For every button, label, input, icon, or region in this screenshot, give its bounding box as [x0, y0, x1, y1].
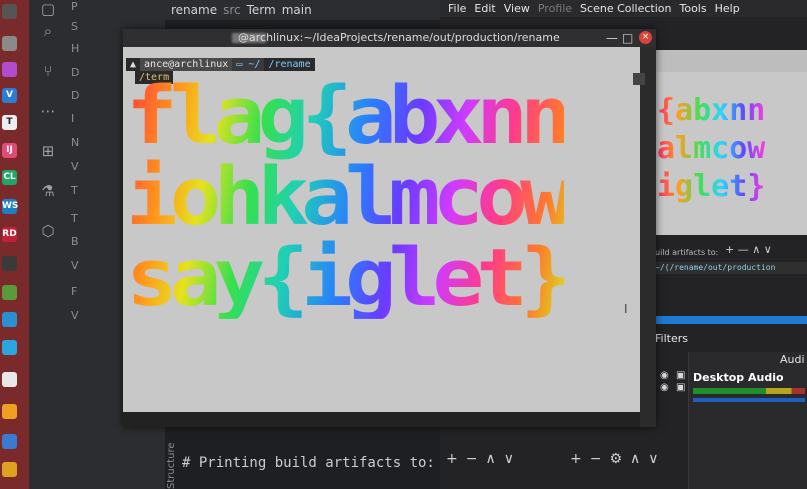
menu-edit[interactable]: Edit	[474, 2, 495, 15]
menu-profile[interactable]: Profile	[538, 2, 572, 15]
telegram-icon[interactable]	[2, 340, 17, 355]
obs-preview-text: {abxnn almcow iglet}	[657, 93, 766, 204]
up-icon[interactable]: ∧	[485, 451, 495, 467]
archive-icon[interactable]	[2, 462, 17, 477]
add-icon[interactable]: +	[570, 451, 582, 467]
webstorm-icon[interactable]: WS	[2, 199, 18, 214]
desktop-audio-label: Desktop Audio	[693, 371, 784, 384]
tree-item[interactable]: T	[71, 184, 78, 197]
tree-item[interactable]: S	[71, 20, 78, 33]
audio-mixer-title: Audi	[780, 353, 805, 366]
tree-item[interactable]: P	[71, 0, 78, 13]
dolphin-icon[interactable]	[2, 312, 17, 327]
settings-icon[interactable]	[2, 36, 17, 51]
tree-item[interactable]: V	[71, 160, 79, 173]
shell-prompt: ▲ ance@archlinux ▭ ~//rename	[126, 58, 315, 71]
vscode-icon[interactable]: V	[2, 88, 17, 103]
firefox-icon[interactable]	[2, 62, 17, 77]
breadcrumb: rename src Term main	[165, 0, 450, 20]
terminal-scrollbar[interactable]	[640, 47, 656, 427]
tree-item[interactable]: D	[71, 89, 79, 102]
scroll-thumb[interactable]	[633, 73, 645, 85]
prompt-path-last: /rename	[264, 58, 315, 71]
intellij-icon[interactable]: IJ	[2, 143, 17, 158]
lolcat-figlet-output: flag{abxnn iohkalmcow say{iglet}	[126, 76, 564, 319]
minimize-icon[interactable]: —	[606, 31, 618, 45]
prompt-user: ance@archlinux	[140, 58, 233, 71]
plugins-icon[interactable]: ⋯	[39, 102, 57, 120]
add-icon[interactable]: +	[446, 451, 458, 467]
typora-icon[interactable]: T	[2, 115, 17, 130]
breadcrumb-item[interactable]: main	[282, 3, 312, 17]
folder-icon[interactable]: ▢	[39, 0, 57, 18]
clion-icon[interactable]: CL	[2, 170, 17, 185]
menu-tools[interactable]: Tools	[680, 2, 707, 15]
tree-item[interactable]: V	[71, 309, 79, 322]
prompt-path-home: ▭ ~/	[232, 58, 265, 71]
tree-item[interactable]: I	[71, 112, 74, 125]
figlet-line: say{iglet}	[126, 232, 564, 325]
volume-slider[interactable]	[693, 398, 805, 402]
ide-tool-strip: ▢ ⌕ ⑂ ⋯ ⊞ ⚗ ⬡	[29, 0, 66, 489]
editor-icon[interactable]	[2, 434, 17, 449]
git-icon[interactable]: ⑂	[39, 62, 57, 80]
source-controls: + − ⚙ ∧ ∨	[570, 451, 667, 467]
prompt-arch-icon: ▲	[126, 58, 141, 71]
tool-icon[interactable]	[2, 256, 17, 271]
lock-icon[interactable]: ▣	[676, 382, 685, 393]
remove-icon[interactable]: −	[590, 451, 602, 467]
down-icon[interactable]: ∨	[504, 451, 514, 467]
obs-menubar: File Edit View Profile Scene Collection Tools…	[440, 0, 807, 17]
menu-file[interactable]: File	[448, 2, 466, 15]
tree-item[interactable]: V	[71, 259, 79, 272]
code-line: # Printing build artifacts to:	[182, 455, 435, 471]
tree-item[interactable]: F	[71, 285, 77, 298]
menu-view[interactable]: View	[504, 2, 530, 15]
figlet-line: flag{abxnn	[126, 70, 564, 163]
terminal-footer	[123, 412, 640, 427]
menu-scene-collection[interactable]: Scene Collection	[580, 2, 671, 15]
calendar-icon[interactable]	[2, 372, 17, 387]
obs-preview-termbar: ~/(/rename/out/production	[655, 262, 807, 274]
package-icon[interactable]	[2, 404, 17, 419]
folder-icon: ▭	[236, 59, 243, 70]
figlet-line: iohkalmcow	[126, 151, 564, 244]
menu-help[interactable]: Help	[715, 2, 740, 15]
eye-icon[interactable]: ◉	[660, 370, 669, 381]
breadcrumb-item[interactable]: src	[223, 3, 241, 17]
remove-icon[interactable]: −	[466, 451, 478, 467]
up-icon[interactable]: ∧	[630, 451, 640, 467]
breadcrumb-item[interactable]: Term	[247, 3, 276, 17]
scene-controls: + − ∧ ∨	[446, 451, 522, 467]
tree-item[interactable]: D	[71, 66, 79, 79]
obs-preview-bar	[655, 316, 807, 324]
eye-icon[interactable]: ◉	[660, 382, 669, 393]
breadcrumb-item[interactable]: rename	[171, 3, 217, 17]
hexagon-icon[interactable]: ⬡	[39, 222, 57, 240]
audio-meter	[693, 388, 805, 394]
terminal-title: @archlinux:~/IdeaProjects/rename/out/pro…	[238, 31, 560, 44]
lock-icon[interactable]: ▣	[676, 370, 685, 381]
close-icon[interactable]: ×	[639, 31, 652, 44]
filters-button[interactable]: Filters	[655, 330, 695, 348]
minecraft-icon[interactable]	[2, 285, 17, 300]
text-cursor-icon: I	[624, 302, 628, 316]
maximize-icon[interactable]: □	[622, 31, 633, 45]
obs-preview-header	[655, 50, 807, 72]
app-icon[interactable]	[2, 4, 17, 19]
gear-icon[interactable]: ⚙	[609, 451, 622, 467]
tree-item[interactable]: B	[71, 235, 79, 248]
obs-preview-controls: + — ∧ ∨	[725, 243, 772, 256]
tree-item[interactable]: T	[71, 212, 78, 225]
search-icon[interactable]: ⌕	[39, 22, 57, 40]
flask-icon[interactable]: ⚗	[39, 182, 57, 200]
structure-tab[interactable]: Structure	[166, 425, 180, 489]
tree-item[interactable]: H	[71, 42, 79, 55]
prompt-path-sep: /	[254, 59, 261, 70]
tree-item[interactable]: N	[71, 136, 79, 149]
rider-icon[interactable]: RD	[2, 227, 17, 242]
down-icon[interactable]: ∨	[648, 451, 658, 467]
app-dock: V T IJ CL WS RD	[0, 0, 29, 489]
shapes-icon[interactable]: ⊞	[39, 142, 57, 160]
